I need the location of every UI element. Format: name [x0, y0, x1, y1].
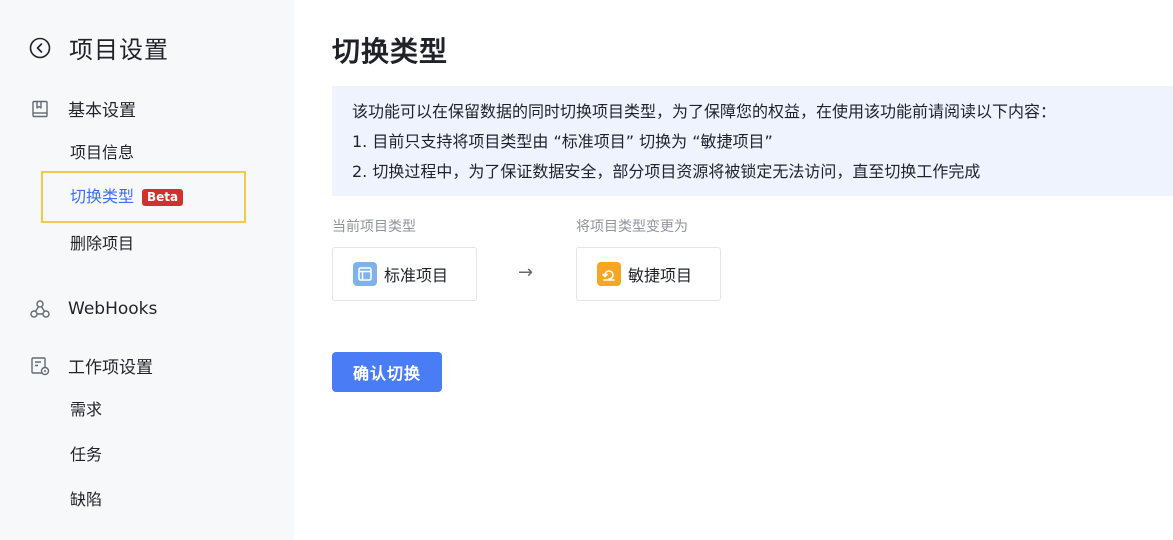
sidebar-header: 项目设置 — [28, 30, 169, 65]
sidebar-item-project-info[interactable]: 项目信息 — [70, 142, 134, 164]
main-content: 切换类型 该功能可以在保留数据的同时切换项目类型，为了保障您的权益，在使用该功能… — [332, 0, 1173, 540]
sidebar: 项目设置 基本设置 项目信息 切换类型 Beta 删除项目 WebHooks 工… — [0, 0, 294, 540]
sidebar-item-switch-type-label: 切换类型 — [70, 187, 135, 206]
notice-line-1: 1. 目前只支持将项目类型由 “标准项目” 切换为 “敏捷项目” — [352, 132, 773, 151]
target-type-label: 将项目类型变更为 — [576, 219, 688, 235]
back-button[interactable] — [28, 36, 52, 60]
agile-project-icon — [597, 262, 621, 286]
standard-project-icon — [353, 262, 377, 286]
current-type-card: 标准项目 — [332, 247, 477, 301]
confirm-switch-button[interactable]: 确认切换 — [332, 352, 442, 392]
notice-box: 该功能可以在保留数据的同时切换项目类型，为了保障您的权益，在使用该功能前请阅读以… — [332, 86, 1173, 196]
section-work-item-settings-label: 工作项设置 — [68, 358, 153, 378]
notice-line-2: 2. 切换过程中，为了保证数据安全，部分项目资源将被锁定无法访问，直至切换工作完… — [352, 162, 981, 181]
sidebar-item-delete-project[interactable]: 删除项目 — [70, 233, 134, 255]
arrow-right-icon: → — [518, 262, 534, 283]
beta-badge: Beta — [142, 188, 184, 206]
webhook-icon — [28, 297, 52, 321]
current-type-value: 标准项目 — [384, 266, 449, 285]
sidebar-item-switch-type[interactable]: 切换类型 Beta — [70, 186, 184, 208]
section-webhooks[interactable]: WebHooks — [28, 297, 157, 321]
book-icon — [28, 97, 52, 121]
back-arrow-icon — [29, 37, 51, 58]
section-work-item-settings[interactable]: 工作项设置 — [28, 353, 153, 378]
notice-line-intro: 该功能可以在保留数据的同时切换项目类型，为了保障您的权益，在使用该功能前请阅读以… — [352, 102, 1057, 121]
sidebar-item-defect[interactable]: 缺陷 — [70, 489, 102, 511]
settings-doc-icon — [28, 354, 52, 378]
sidebar-item-task[interactable]: 任务 — [70, 444, 102, 466]
section-webhooks-label: WebHooks — [68, 299, 158, 319]
section-basic-settings-label: 基本设置 — [68, 101, 136, 121]
sidebar-item-requirement[interactable]: 需求 — [70, 399, 102, 421]
target-type-card[interactable]: 敏捷项目 — [576, 247, 721, 301]
current-type-label: 当前项目类型 — [332, 219, 416, 235]
page-title: 切换类型 — [332, 35, 449, 68]
sidebar-title: 项目设置 — [69, 36, 169, 64]
target-type-value: 敏捷项目 — [628, 266, 693, 285]
section-basic-settings[interactable]: 基本设置 — [28, 96, 136, 121]
